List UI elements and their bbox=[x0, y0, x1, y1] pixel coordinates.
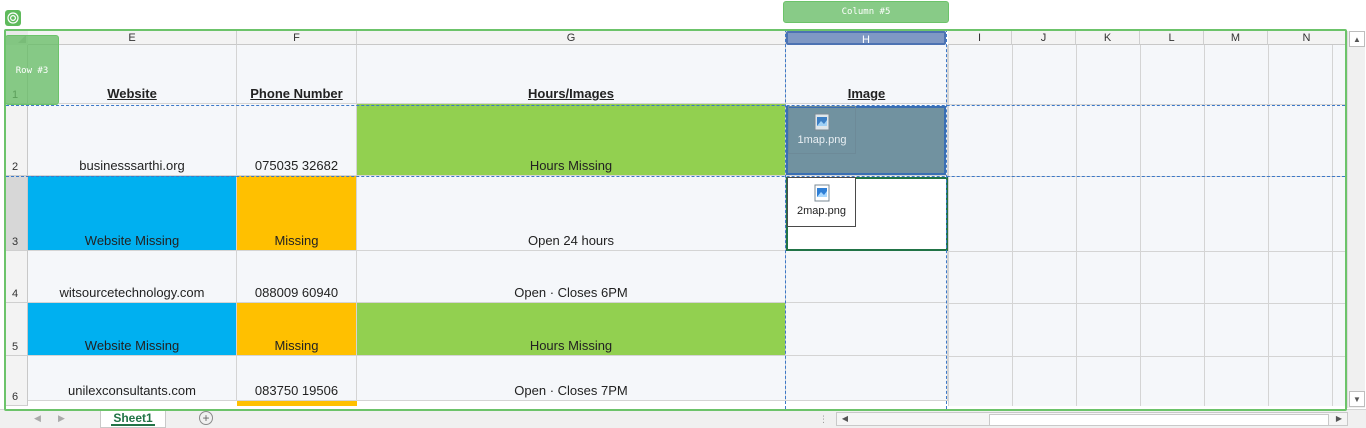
column-header-h[interactable]: H bbox=[786, 31, 946, 46]
column-overlay-tag: Column #5 bbox=[783, 1, 949, 23]
image-file-icon bbox=[814, 184, 829, 202]
plus-circle-icon[interactable]: + bbox=[199, 411, 213, 425]
column-header-g[interactable]: G bbox=[357, 31, 786, 45]
cell-f5[interactable]: Missing bbox=[237, 303, 357, 356]
column-header-j[interactable]: J bbox=[1012, 31, 1076, 45]
scroll-right-icon[interactable]: ▶ bbox=[1333, 413, 1345, 425]
sheet-tab-bar: ◀ ▶ Sheet1 + ⋮ ◀ ▶ bbox=[0, 409, 1366, 428]
cell-h4[interactable] bbox=[786, 251, 948, 303]
cell-h5[interactable] bbox=[786, 303, 948, 356]
scroll-thumb[interactable] bbox=[989, 414, 1329, 426]
cell-g1[interactable]: Hours/Images bbox=[357, 45, 786, 104]
cell-e4[interactable]: witsourcetechnology.com bbox=[28, 251, 237, 303]
column-header-n[interactable]: N bbox=[1268, 31, 1346, 45]
cell-e1[interactable]: Website bbox=[28, 45, 237, 104]
cell-f4[interactable]: 088009 60940 bbox=[237, 251, 357, 303]
image-label: 2map.png bbox=[797, 205, 846, 217]
empty-cells-area[interactable] bbox=[948, 45, 1346, 406]
row-header-4[interactable]: 4 bbox=[6, 251, 28, 303]
cell-g6[interactable]: Open · Closes 7PM bbox=[357, 356, 786, 401]
horizontal-scrollbar[interactable]: ◀ ▶ bbox=[836, 412, 1348, 426]
cell-f7-partial[interactable] bbox=[237, 401, 357, 406]
row-divider bbox=[948, 251, 1346, 252]
cell-e6[interactable]: unilexconsultants.com bbox=[28, 356, 237, 401]
scroll-left-icon[interactable]: ◀ bbox=[839, 413, 851, 425]
cell-f3[interactable]: Missing bbox=[237, 176, 357, 251]
row-header-2[interactable]: 2 bbox=[6, 104, 28, 176]
cell-h6[interactable] bbox=[786, 356, 948, 401]
scroll-up-icon[interactable]: ▲ bbox=[1349, 31, 1365, 47]
cell-g5[interactable]: Hours Missing bbox=[357, 303, 786, 356]
cell-g2[interactable]: Hours Missing bbox=[357, 104, 786, 176]
row-divider bbox=[948, 176, 1346, 177]
frame-badge-icon bbox=[5, 10, 21, 26]
row-header-3[interactable]: 3 bbox=[6, 176, 28, 251]
cell-g4[interactable]: Open · Closes 6PM bbox=[357, 251, 786, 303]
cell-e3[interactable]: Website Missing bbox=[28, 176, 237, 251]
image-object-1map[interactable]: 1map.png bbox=[788, 106, 856, 154]
cell-e2[interactable]: businesssarthi.org bbox=[28, 104, 237, 176]
row-header-6[interactable]: 6 bbox=[6, 356, 28, 406]
row-overlay-tag: Row #3 bbox=[5, 35, 59, 105]
image-file-icon bbox=[814, 113, 830, 131]
row-divider bbox=[948, 356, 1346, 357]
cell-e5[interactable]: Website Missing bbox=[28, 303, 237, 356]
image-label: 1map.png bbox=[797, 134, 847, 146]
cell-g3[interactable]: Open 24 hours bbox=[357, 176, 786, 251]
sheet-nav-prev-icon[interactable]: ◀ bbox=[34, 413, 41, 424]
row-divider bbox=[948, 303, 1346, 304]
row-divider bbox=[948, 104, 1346, 105]
column-header-l[interactable]: L bbox=[1140, 31, 1204, 45]
split-handle-icon[interactable]: ⋮ bbox=[819, 414, 828, 425]
column-header-k[interactable]: K bbox=[1076, 31, 1140, 45]
cell-f1[interactable]: Phone Number bbox=[237, 45, 357, 104]
scroll-down-icon[interactable]: ▼ bbox=[1349, 391, 1365, 407]
column-header-f[interactable]: F bbox=[237, 31, 357, 45]
sheet-nav-next-icon[interactable]: ▶ bbox=[58, 413, 65, 424]
vertical-scrollbar[interactable]: ▲ ▼ bbox=[1347, 31, 1365, 408]
column-header-i[interactable]: I bbox=[948, 31, 1012, 45]
image-object-2map[interactable]: 2map.png bbox=[787, 177, 856, 227]
spreadsheet-grid[interactable]: E F G H I J K L M N 1 2 3 4 5 6 Website … bbox=[6, 31, 1346, 406]
sheet-tab-sheet1[interactable]: Sheet1 bbox=[100, 410, 166, 428]
row-header-5[interactable]: 5 bbox=[6, 303, 28, 356]
cell-f6[interactable]: 083750 19506 bbox=[237, 356, 357, 401]
column-header-e[interactable]: E bbox=[28, 31, 237, 45]
column-header-m[interactable]: M bbox=[1204, 31, 1268, 45]
cell-h1[interactable]: Image bbox=[786, 45, 948, 104]
cell-f2[interactable]: 075035 32682 bbox=[237, 104, 357, 176]
